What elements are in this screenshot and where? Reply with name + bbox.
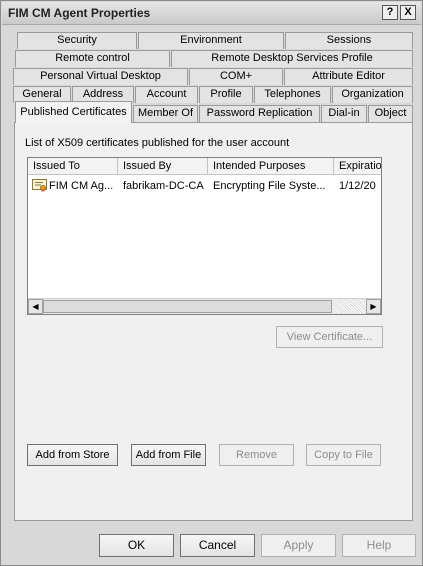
- tab-password-replication[interactable]: Password Replication: [199, 105, 320, 122]
- tab-personal-virtual-desktop[interactable]: Personal Virtual Desktop: [13, 68, 188, 85]
- tab-member-of[interactable]: Member Of: [133, 105, 198, 122]
- tab-sessions[interactable]: Sessions: [285, 32, 413, 49]
- tab-com-plus[interactable]: COM+: [189, 68, 283, 85]
- tab-dial-in[interactable]: Dial-in: [321, 105, 367, 122]
- certificate-icon: [32, 179, 47, 192]
- help-button[interactable]: Help: [342, 534, 416, 557]
- column-intended-purposes[interactable]: Intended Purposes: [208, 158, 334, 175]
- close-button[interactable]: X: [400, 5, 416, 20]
- view-certificate-button[interactable]: View Certificate...: [276, 326, 383, 348]
- title-bar: FIM CM Agent Properties ? X: [2, 2, 421, 25]
- cell-issued-to: FIM CM Ag...: [49, 180, 114, 192]
- scroll-right-arrow-icon[interactable]: ▶: [366, 299, 381, 314]
- column-issued-to[interactable]: Issued To: [28, 158, 118, 175]
- remove-button[interactable]: Remove: [219, 444, 294, 466]
- tab-environment[interactable]: Environment: [138, 32, 284, 49]
- tab-account[interactable]: Account: [135, 86, 198, 103]
- certificates-list-label: List of X509 certificates published for …: [25, 137, 290, 149]
- ok-button[interactable]: OK: [99, 534, 174, 557]
- add-from-store-button[interactable]: Add from Store: [27, 444, 118, 466]
- tab-telephones[interactable]: Telephones: [254, 86, 331, 103]
- tab-remote-control[interactable]: Remote control: [15, 50, 170, 67]
- tab-remote-desktop-services-profile[interactable]: Remote Desktop Services Profile: [171, 50, 413, 67]
- tab-organization[interactable]: Organization: [332, 86, 413, 103]
- tab-profile[interactable]: Profile: [199, 86, 253, 103]
- tab-security[interactable]: Security: [17, 32, 137, 49]
- properties-dialog: FIM CM Agent Properties ? X Security Env…: [0, 0, 423, 566]
- column-expiration[interactable]: Expiration: [334, 158, 381, 175]
- scroll-left-arrow-icon[interactable]: ◀: [28, 299, 43, 314]
- column-issued-by[interactable]: Issued By: [118, 158, 208, 175]
- cell-intended-purposes: Encrypting File Syste...: [213, 180, 326, 192]
- apply-button[interactable]: Apply: [261, 534, 336, 557]
- copy-to-file-button[interactable]: Copy to File: [306, 444, 381, 466]
- cell-expiration: 1/12/20: [339, 180, 376, 192]
- cancel-button[interactable]: Cancel: [180, 534, 255, 557]
- tab-published-certificates[interactable]: Published Certificates: [15, 101, 132, 123]
- cell-issued-by: fabrikam-DC-CA: [123, 180, 204, 192]
- certificates-list[interactable]: Issued To Issued By Intended Purposes Ex…: [27, 157, 382, 315]
- window-title: FIM CM Agent Properties: [8, 6, 151, 20]
- add-from-file-button[interactable]: Add from File: [131, 444, 206, 466]
- scrollbar-track[interactable]: [332, 300, 366, 313]
- help-title-button[interactable]: ?: [382, 5, 398, 20]
- scrollbar-thumb[interactable]: [43, 300, 332, 313]
- tab-object[interactable]: Object: [368, 105, 413, 122]
- tab-attribute-editor[interactable]: Attribute Editor: [284, 68, 413, 85]
- horizontal-scrollbar[interactable]: ◀ ▶: [28, 298, 381, 314]
